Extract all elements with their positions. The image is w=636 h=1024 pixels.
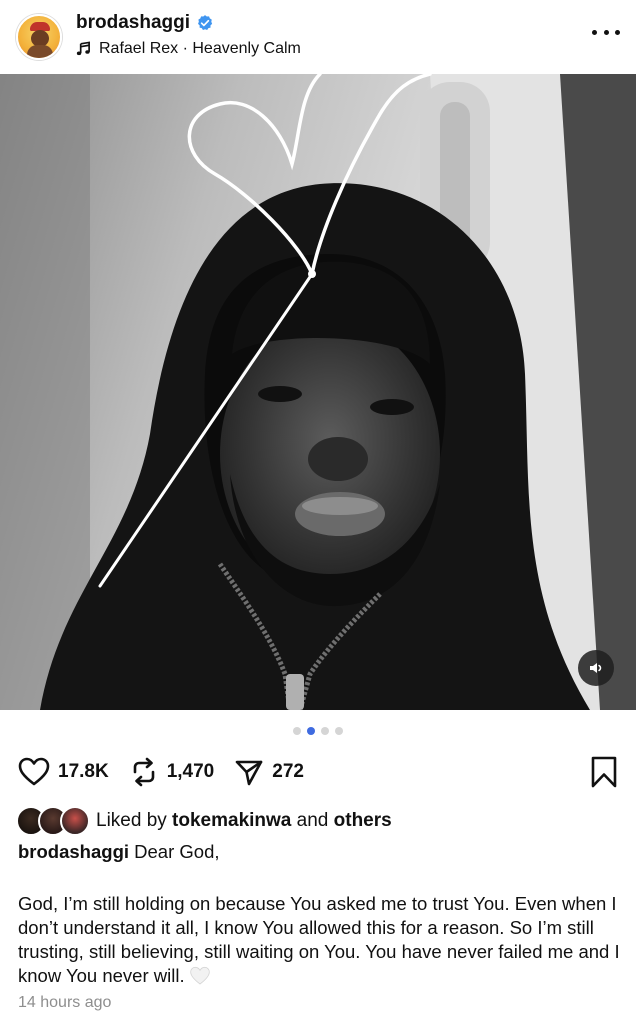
caption-text: God, I’m still holding on because You as…	[18, 893, 620, 986]
liked-by-row[interactable]: Liked by tokemakinwa and others	[16, 806, 392, 836]
heart-icon	[18, 757, 50, 786]
more-options-button[interactable]	[592, 22, 620, 42]
caption-first-line: Dear God,	[134, 841, 220, 862]
white-heart-emoji-icon	[189, 966, 210, 985]
username-row: brodashaggi	[76, 12, 214, 34]
liked-by-and: and	[291, 810, 334, 831]
save-button[interactable]	[590, 756, 618, 793]
avatar	[60, 806, 90, 836]
liked-by-user[interactable]: tokemakinwa	[172, 810, 291, 831]
verified-badge-icon	[198, 15, 213, 31]
liked-by-text: Liked by tokemakinwa and others	[96, 810, 392, 832]
like-count: 17.8K	[58, 761, 109, 782]
photo-image	[0, 74, 636, 710]
share-count: 272	[272, 761, 304, 782]
liked-by-others[interactable]: others	[334, 810, 392, 831]
post-photo[interactable]	[0, 74, 636, 710]
music-row[interactable]: Rafael Rex · Heavenly Calm	[76, 40, 301, 58]
caption-header: brodashaggi Dear God,	[18, 840, 620, 864]
liked-by-prefix: Liked by	[96, 810, 173, 831]
post-timestamp: 14 hours ago	[18, 994, 112, 1011]
music-note-icon	[76, 41, 90, 56]
carousel-dot[interactable]	[335, 727, 343, 735]
music-track: Rafael Rex · Heavenly Calm	[99, 40, 301, 57]
share-button[interactable]: 272	[234, 757, 304, 787]
username[interactable]: brodashaggi	[76, 12, 190, 34]
more-dot-icon	[603, 29, 609, 35]
bookmark-icon	[591, 756, 617, 788]
carousel-dot[interactable]	[321, 727, 329, 735]
caption-body: God, I’m still holding on because You as…	[18, 892, 626, 988]
send-icon	[235, 760, 263, 786]
carousel-dot-active[interactable]	[307, 727, 315, 735]
liked-by-avatars	[16, 806, 92, 836]
caption-username[interactable]: brodashaggi	[18, 841, 129, 862]
more-dot-icon	[615, 29, 620, 35]
more-dot-icon	[592, 29, 597, 35]
mute-button[interactable]	[578, 650, 614, 686]
carousel-dot[interactable]	[293, 727, 301, 735]
profile-avatar[interactable]	[16, 14, 62, 60]
repost-count: 1,470	[166, 761, 215, 782]
post-header: brodashaggi Rafael Rex · Heavenly Calm	[0, 0, 636, 74]
repost-icon	[133, 757, 155, 787]
like-button[interactable]: 17.8K	[18, 757, 109, 787]
post-actions: 17.8K 1,470 272	[18, 754, 618, 790]
carousel-indicator	[0, 727, 636, 737]
repost-button[interactable]: 1,470	[129, 757, 215, 787]
speaker-icon	[590, 663, 602, 673]
